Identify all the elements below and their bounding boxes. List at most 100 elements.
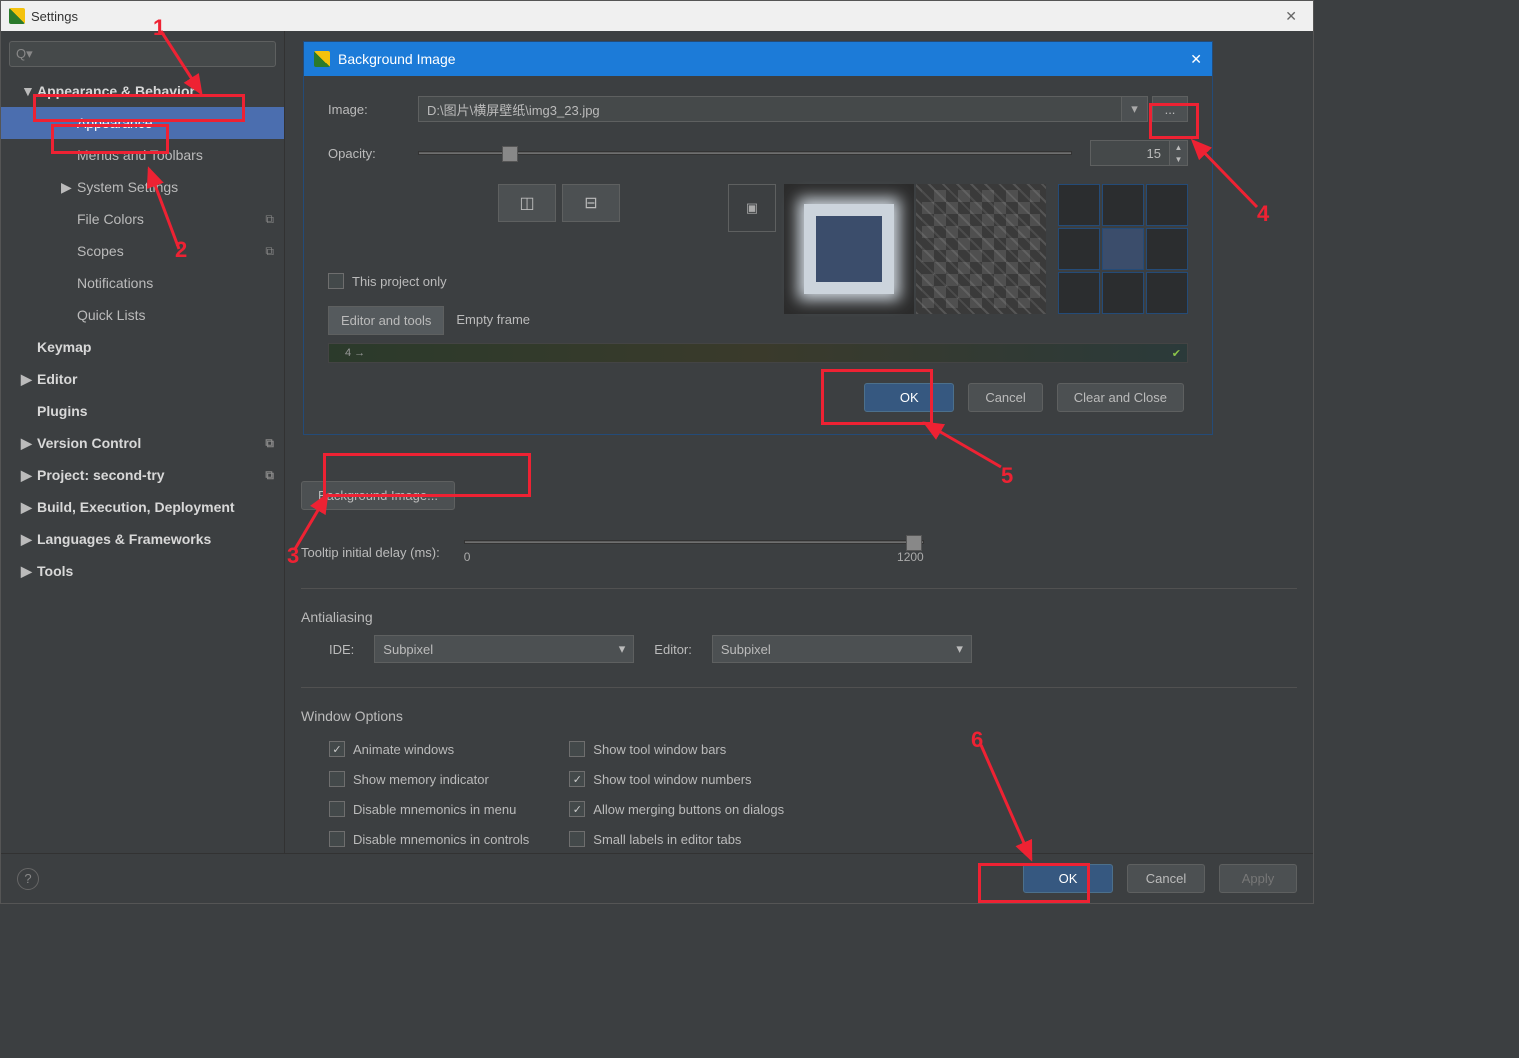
copy-icon: ⧉ <box>265 212 274 227</box>
background-image-dialog: Background Image ✕ Image: D:\图片\横屏壁纸\img… <box>303 41 1213 435</box>
image-path-input[interactable]: D:\图片\横屏壁纸\img3_23.jpg <box>418 96 1122 122</box>
editor-aa-select[interactable]: Subpixel▾ <box>712 635 972 663</box>
fill-mode-center[interactable]: ▣ <box>728 184 776 232</box>
checkbox[interactable]: Show tool window bars <box>569 734 784 764</box>
dialog-cancel-button[interactable]: Cancel <box>968 383 1042 412</box>
tab-editor-and-tools[interactable]: Editor and tools <box>328 306 444 335</box>
expand-icon: ▶ <box>61 179 73 196</box>
spin-up-icon[interactable]: ▲ <box>1170 141 1187 153</box>
checkbox[interactable]: Allow merging buttons on dialogs <box>569 794 784 824</box>
window-close-icon[interactable]: ✕ <box>1277 8 1305 25</box>
check-icon: ✔ <box>1172 347 1181 360</box>
tree-item[interactable]: ▶System Settings <box>1 171 284 203</box>
tree-item-label: System Settings <box>77 179 178 195</box>
chevron-down-icon: ▾ <box>956 641 963 657</box>
tooltip-delay-slider[interactable] <box>464 540 924 544</box>
checkbox-box <box>329 831 345 847</box>
expand-icon: ▶ <box>21 435 33 452</box>
tree-item[interactable]: ▶Version Control⧉ <box>1 427 284 459</box>
chevron-down-icon: ▾ <box>619 641 626 657</box>
expand-icon: ▶ <box>21 371 33 388</box>
sidebar: Q▾ ▼Appearance & Behavior Appearance Menus… <box>1 31 285 853</box>
expand-icon: ▶ <box>21 467 33 484</box>
anchor-grid[interactable] <box>1058 184 1188 335</box>
background-image-button[interactable]: Background Image... <box>301 481 455 510</box>
search-input[interactable]: Q▾ <box>9 41 276 67</box>
titlebar: Settings ✕ <box>1 1 1313 31</box>
tree-item[interactable]: ▼Appearance & Behavior <box>1 75 284 107</box>
ok-button[interactable]: OK <box>1023 864 1113 893</box>
checkbox-label: Show memory indicator <box>353 772 489 787</box>
editor-label: Editor: <box>654 642 692 657</box>
ide-aa-select[interactable]: Subpixel▾ <box>374 635 634 663</box>
checkbox[interactable]: Small labels in editor tabs <box>569 824 784 853</box>
tree-item-label: Scopes <box>77 243 124 259</box>
checkbox[interactable]: Show memory indicator <box>329 764 529 794</box>
checkbox-box <box>329 801 345 817</box>
help-icon[interactable]: ? <box>17 868 39 890</box>
copy-icon: ⧉ <box>265 244 274 259</box>
checkbox-label: Disable mnemonics in controls <box>353 832 529 847</box>
this-project-only-checkbox[interactable]: This project only <box>328 266 658 296</box>
tree-item-label: Build, Execution, Deployment <box>37 499 235 515</box>
checkbox-label: Animate windows <box>353 742 454 757</box>
tree-item-label: Quick Lists <box>77 307 145 323</box>
checkbox-label: Show tool window bars <box>593 742 726 757</box>
tree-item[interactable]: ▶Build, Execution, Deployment <box>1 491 284 523</box>
tree-item[interactable]: Appearance <box>1 107 284 139</box>
tree-item[interactable]: ▶Languages & Frameworks <box>1 523 284 555</box>
tree-item[interactable]: Menus and Toolbars <box>1 139 284 171</box>
flip-vertical-button[interactable]: ⊟ <box>562 184 620 222</box>
tree-item-label: Appearance <box>77 115 153 131</box>
cancel-button[interactable]: Cancel <box>1127 864 1205 893</box>
checkbox[interactable]: Animate windows <box>329 734 529 764</box>
tree-item[interactable]: File Colors⧉ <box>1 203 284 235</box>
checkbox-label: Show tool window numbers <box>593 772 751 787</box>
tab-empty-frame[interactable]: Empty frame <box>444 306 542 335</box>
fill-mode-scale[interactable] <box>784 184 914 314</box>
flip-horizontal-button[interactable]: ◫ <box>498 184 556 222</box>
tooltip-delay-label: Tooltip initial delay (ms): <box>301 545 440 560</box>
expand-icon: ▶ <box>21 531 33 548</box>
dialog-title: Background Image <box>338 51 456 67</box>
tree-item[interactable]: Quick Lists <box>1 299 284 331</box>
dialog-titlebar: Background Image ✕ <box>304 42 1212 76</box>
settings-window: Settings ✕ Q▾ ▼Appearance & BehaviorAppe… <box>0 0 1314 904</box>
tree-item[interactable]: Notifications <box>1 267 284 299</box>
expand-icon: ▼ <box>21 83 33 99</box>
settings-tree: ▼Appearance & Behavior Appearance Menus an… <box>1 75 284 587</box>
tree-item-label: Menus and Toolbars <box>77 147 203 163</box>
checkbox[interactable]: Show tool window numbers <box>569 764 784 794</box>
tree-item-label: Appearance & Behavior <box>37 83 195 99</box>
expand-icon: ▶ <box>21 563 33 580</box>
dialog-ok-button[interactable]: OK <box>864 383 954 412</box>
tree-item[interactable]: Scopes ⧉ <box>1 235 284 267</box>
tree-item[interactable]: ▶Editor <box>1 363 284 395</box>
dialog-close-icon[interactable]: ✕ <box>1190 51 1202 68</box>
dialog-clear-button[interactable]: Clear and Close <box>1057 383 1184 412</box>
checkbox-label: Allow merging buttons on dialogs <box>593 802 784 817</box>
tree-item[interactable]: Plugins <box>1 395 284 427</box>
checkbox-box <box>569 831 585 847</box>
search-icon: Q▾ <box>16 46 33 62</box>
fill-mode-tile[interactable] <box>916 184 1046 314</box>
opacity-slider[interactable] <box>418 151 1072 155</box>
checkbox-box <box>569 771 585 787</box>
copy-icon: ⧉ <box>265 468 274 483</box>
tree-item[interactable]: Keymap <box>1 331 284 363</box>
checkbox[interactable]: Disable mnemonics in controls <box>329 824 529 853</box>
app-icon <box>314 51 330 67</box>
checkbox-box <box>329 741 345 757</box>
tree-item[interactable]: ▶Tools <box>1 555 284 587</box>
opacity-value[interactable]: 15 <box>1090 140 1170 166</box>
tree-item-label: Project: second-try <box>37 467 165 483</box>
slider-max: 1200 <box>897 550 924 564</box>
spin-down-icon[interactable]: ▼ <box>1170 153 1187 165</box>
checkbox-box <box>569 801 585 817</box>
image-path-dropdown[interactable]: ▾ <box>1122 96 1148 122</box>
checkbox[interactable]: Disable mnemonics in menu <box>329 794 529 824</box>
tree-item[interactable]: ▶Project: second-try ⧉ <box>1 459 284 491</box>
anchor-center[interactable] <box>1102 228 1144 270</box>
apply-button[interactable]: Apply <box>1219 864 1297 893</box>
browse-button[interactable]: ... <box>1152 96 1188 122</box>
